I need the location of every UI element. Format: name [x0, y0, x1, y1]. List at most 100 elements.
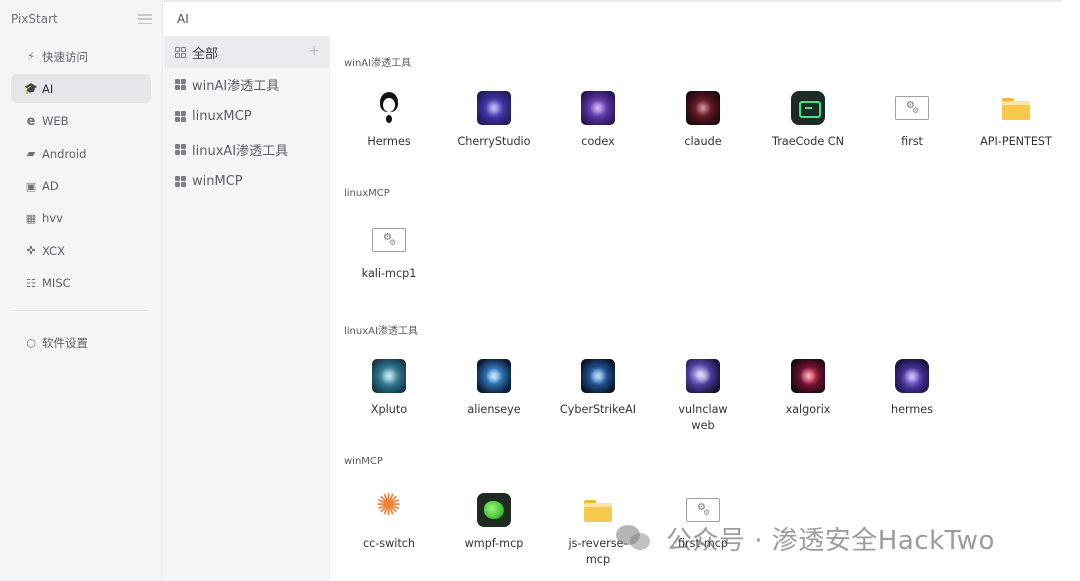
- grid-icon: [175, 143, 186, 155]
- sidebar-item-ad[interactable]: ▣ AD: [11, 172, 151, 201]
- app-label: CherryStudio: [457, 135, 531, 148]
- app-tile-kali-mcp1[interactable]: kali-mcp1: [337, 223, 441, 313]
- settings-file-icon: [686, 498, 720, 522]
- settings-hexagon-icon: ⬡: [26, 336, 36, 350]
- lightning-icon: ⚡: [27, 50, 35, 63]
- cherry-studio-icon: [477, 91, 511, 125]
- app-tile-vulnclaw-web[interactable]: vulnclaw web: [651, 359, 755, 449]
- app-tile-hermes-linux[interactable]: hermes: [860, 359, 964, 449]
- section-title: winMCP: [344, 456, 383, 467]
- app-tile-xalgorix[interactable]: xalgorix: [756, 359, 860, 449]
- app-tile-traecode[interactable]: TraeCode CN: [756, 91, 860, 181]
- claude-beast-icon: [686, 91, 720, 125]
- grid-icon: [175, 79, 186, 91]
- sidebar-item-quick-access[interactable]: ⚡ 快速访问: [11, 42, 151, 71]
- settings-label: 软件设置: [42, 336, 88, 351]
- gamepad-icon: ✜: [26, 244, 36, 258]
- app-label: CyberStrikeAI: [559, 403, 637, 416]
- sidebar-item-ai[interactable]: 🎓 AI: [11, 74, 151, 104]
- grid-icon: [175, 176, 186, 188]
- grid-icon: [175, 111, 186, 123]
- app-label: API-PENTEST: [980, 135, 1052, 148]
- sidebar-item-hvv[interactable]: ▦ hvv: [11, 204, 151, 233]
- app-tile-wmpf-mcp[interactable]: wmpf-mcp: [442, 493, 546, 581]
- section-title: linuxAI渗透工具: [344, 326, 418, 337]
- sidebar-item-android[interactable]: ▰ Android: [11, 139, 151, 168]
- sidebar-item-label: MISC: [42, 276, 71, 291]
- app-tile-alienseye[interactable]: alienseye: [442, 359, 546, 449]
- hermes-cat-icon: [895, 359, 929, 393]
- app-label: vulnclaw web: [678, 403, 728, 432]
- app-label: kali-mcp1: [361, 267, 417, 280]
- section-title: winAI渗透工具: [344, 58, 412, 69]
- hermes-portrait-icon: [372, 91, 406, 125]
- app-label: first: [901, 135, 923, 148]
- xpluto-icon: [372, 359, 406, 393]
- settings-file-icon: [372, 228, 406, 252]
- breadcrumb: AI: [177, 12, 189, 26]
- app-tile-xpluto[interactable]: Xpluto: [337, 359, 441, 449]
- app-tile-cherrystudio[interactable]: CherryStudio: [442, 91, 546, 181]
- app-title: PixStart: [11, 12, 58, 26]
- grid-icon: ▦: [25, 211, 37, 225]
- folder-icon: [999, 91, 1033, 125]
- category-item-winmcp[interactable]: winMCP: [164, 166, 329, 198]
- sidebar-item-settings[interactable]: ⬡ 软件设置: [11, 329, 151, 358]
- app-label: Xpluto: [370, 403, 408, 416]
- category-item-all[interactable]: 全部 +: [164, 36, 329, 69]
- add-category-button[interactable]: +: [308, 44, 320, 58]
- app-label: cc-switch: [362, 537, 416, 550]
- app-label: Hermes: [367, 135, 411, 148]
- app-label: hermes: [891, 403, 933, 416]
- internet-explorer-icon: e: [26, 113, 36, 129]
- category-item-linuxmcp[interactable]: linuxMCP: [164, 101, 329, 133]
- sidebar-item-label: AI: [42, 81, 54, 96]
- settings-file-icon: [895, 96, 929, 120]
- app-label: xalgorix: [785, 403, 831, 416]
- app-label: alienseye: [467, 403, 521, 416]
- graduation-cap-icon: 🎓: [24, 82, 38, 96]
- app-tile-hermes[interactable]: Hermes: [337, 91, 441, 181]
- sidebar-item-label: hvv: [42, 211, 63, 226]
- category-label: winAI渗透工具: [192, 79, 280, 95]
- sidebar-header: PixStart: [0, 0, 162, 38]
- android-icon: ▰: [26, 147, 36, 161]
- trae-terminal-icon: [791, 91, 825, 125]
- category-label: 全部: [192, 46, 219, 62]
- terminal-window-icon: ▣: [25, 179, 37, 193]
- sidebar: PixStart ⚡ 快速访问 🎓 AI e WEB ▰ Android ▣ A…: [0, 0, 163, 581]
- codex-icon: [581, 91, 615, 125]
- watermark-text: 公众号 · 渗透安全HackTwo: [666, 525, 995, 556]
- app-label: codex: [581, 135, 615, 148]
- app-tile-cyberstrikeai[interactable]: CyberStrikeAI: [546, 359, 650, 449]
- sidebar-item-web[interactable]: e WEB: [11, 107, 151, 136]
- app-label: claude: [684, 135, 722, 148]
- sidebar-item-label: XCX: [42, 243, 65, 258]
- hamburger-menu-icon[interactable]: [138, 14, 152, 24]
- app-tile-api-pentest[interactable]: API-PENTEST: [964, 91, 1062, 181]
- section-title: linuxMCP: [344, 188, 390, 199]
- sidebar-item-misc[interactable]: ☷ MISC: [11, 269, 151, 298]
- sidebar-item-label: Android: [42, 146, 87, 161]
- grid-outline-icon: [175, 46, 186, 58]
- wmpf-icon: [477, 493, 511, 527]
- app-tile-claude[interactable]: claude: [651, 91, 755, 181]
- xalgorix-icon: [791, 359, 825, 393]
- app-tile-first[interactable]: first: [860, 91, 964, 181]
- category-item-winai[interactable]: winAI渗透工具: [164, 68, 329, 100]
- top-bar: AI: [163, 0, 1062, 36]
- list-icon: ☷: [26, 276, 36, 290]
- folder-icon: [581, 493, 615, 527]
- sidebar-item-label: WEB: [42, 114, 69, 129]
- app-label: wmpf-mcp: [464, 537, 524, 550]
- category-item-linuxai[interactable]: linuxAI渗透工具: [164, 133, 329, 165]
- category-label: linuxMCP: [192, 109, 252, 125]
- sidebar-item-xcx[interactable]: ✜ XCX: [11, 236, 151, 265]
- app-tile-codex[interactable]: codex: [546, 91, 650, 181]
- sidebar-divider: [13, 309, 149, 311]
- watermark: 公众号 · 渗透安全HackTwo: [614, 520, 995, 556]
- sidebar-item-label: 快速访问: [42, 49, 88, 64]
- app-label: TraeCode CN: [772, 135, 844, 148]
- category-list: 全部 + winAI渗透工具 linuxMCP linuxAI渗透工具 winM…: [164, 36, 330, 581]
- app-tile-cc-switch[interactable]: cc-switch: [337, 491, 441, 581]
